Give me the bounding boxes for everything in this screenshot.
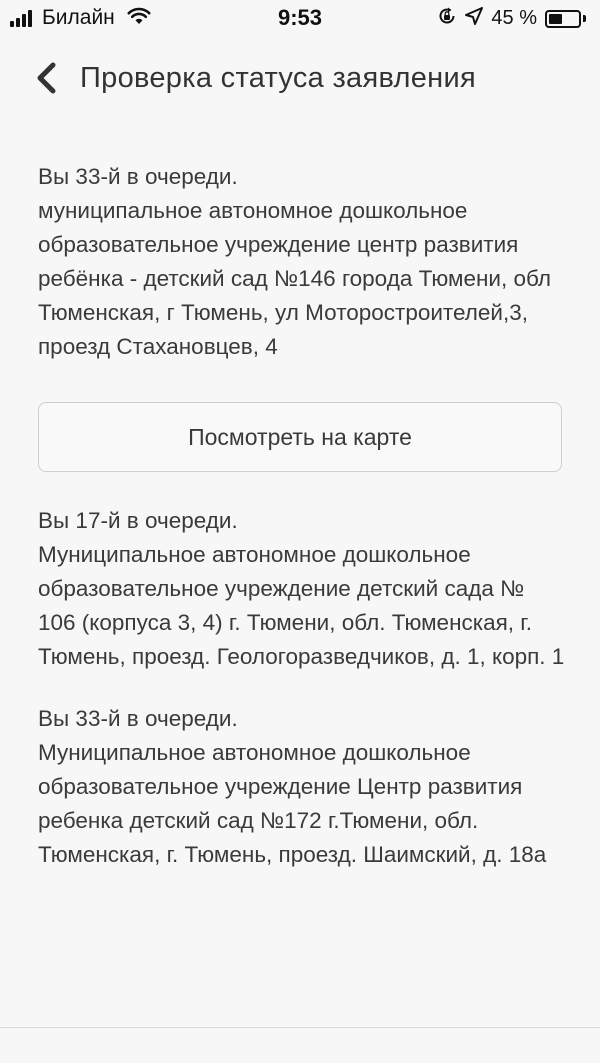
queue-entry: Вы 33-й в очереди. муниципальное автоном… bbox=[38, 160, 568, 364]
content: Вы 33-й в очереди. муниципальное автоном… bbox=[38, 160, 568, 872]
back-button[interactable] bbox=[28, 60, 64, 100]
battery-percent: 45 % bbox=[491, 7, 537, 29]
chevron-left-icon bbox=[35, 62, 57, 99]
location-arrow-icon bbox=[465, 7, 484, 30]
institution-description: муниципальное автономное дошкольное обра… bbox=[38, 198, 551, 359]
institution-description: Муниципальное автономное дошкольное обра… bbox=[38, 542, 565, 669]
institution-description: Муниципальное автономное дошкольное обра… bbox=[38, 740, 547, 867]
battery-tip bbox=[583, 15, 586, 22]
queue-position: Вы 33-й в очереди. bbox=[38, 706, 238, 731]
nav-header: Проверка статуса заявления bbox=[0, 50, 600, 106]
queue-entry: Вы 33-й в очереди. Муниципальное автоном… bbox=[38, 702, 568, 872]
queue-position: Вы 33-й в очереди. bbox=[38, 164, 238, 189]
bottom-divider bbox=[0, 1027, 600, 1028]
view-on-map-button[interactable]: Посмотреть на карте bbox=[38, 402, 562, 472]
page-title: Проверка статуса заявления bbox=[80, 62, 477, 94]
status-bar: Билайн 9:53 45 % bbox=[0, 0, 600, 38]
battery-icon bbox=[545, 9, 581, 28]
orientation-lock-icon bbox=[437, 6, 457, 31]
queue-position: Вы 17-й в очереди. bbox=[38, 508, 238, 533]
queue-entry: Вы 17-й в очереди. Муниципальное автоном… bbox=[38, 504, 568, 674]
